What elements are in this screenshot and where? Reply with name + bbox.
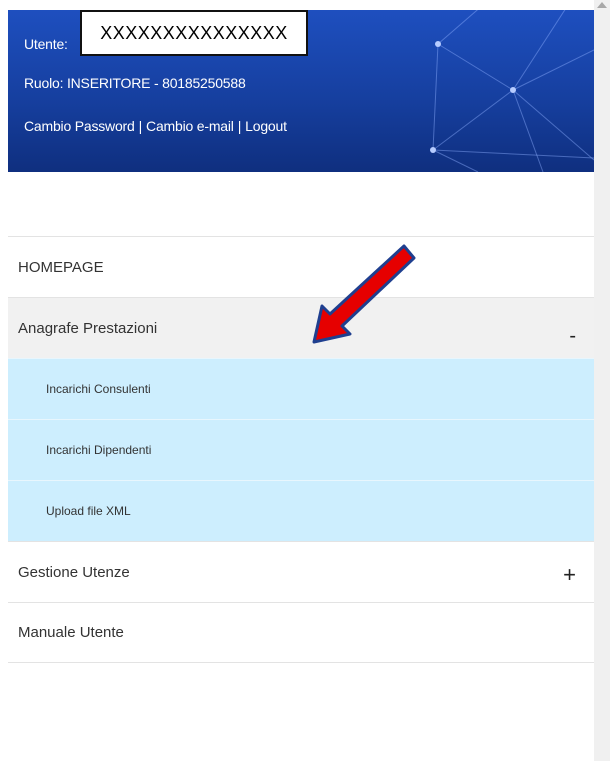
vertical-scrollbar[interactable] (594, 0, 610, 761)
change-password-link[interactable]: Cambio Password (24, 118, 135, 134)
submenu-item-label: Upload file XML (46, 504, 131, 518)
sidebar-page: Utente: XXXXXXXXXXXXXXX Ruolo: INSERITOR… (0, 0, 594, 761)
submenu-item-label: Incarichi Consulenti (46, 382, 151, 396)
submenu-item-label: Incarichi Dipendenti (46, 443, 152, 457)
link-separator: | (237, 118, 242, 134)
user-header: Utente: XXXXXXXXXXXXXXX Ruolo: INSERITOR… (8, 10, 594, 172)
submenu-item-incarichi-dipendenti[interactable]: Incarichi Dipendenti (8, 419, 594, 480)
red-arrow-annotation (312, 244, 416, 344)
user-label: Utente: (24, 36, 68, 52)
expand-toggle-icon[interactable]: + (563, 564, 576, 586)
menu-item-manuale-utente[interactable]: Manuale Utente (8, 602, 594, 663)
change-email-link[interactable]: Cambio e-mail (146, 118, 234, 134)
menu-item-label: Gestione Utenze (18, 563, 130, 581)
collapse-toggle-icon[interactable]: - (569, 326, 576, 346)
menu-item-label: HOMEPAGE (18, 258, 104, 276)
menu-item-label: Manuale Utente (18, 624, 124, 641)
submenu-item-incarichi-consulenti[interactable]: Incarichi Consulenti (8, 358, 594, 419)
username-redacted-box: XXXXXXXXXXXXXXX (80, 10, 308, 56)
role-text: Ruolo: INSERITORE - 80185250588 (24, 75, 246, 91)
link-separator: | (138, 118, 143, 134)
account-links: Cambio Password | Cambio e-mail | Logout (24, 118, 287, 134)
submenu-item-upload-file-xml[interactable]: Upload file XML (8, 480, 594, 541)
user-line: Utente: (24, 36, 68, 52)
logout-link[interactable]: Logout (245, 118, 287, 134)
scroll-up-arrow-icon[interactable] (597, 2, 607, 8)
menu-item-gestione-utenze[interactable]: Gestione Utenze + (8, 541, 594, 602)
menu-item-label: Anagrafe Prestazioni (18, 319, 158, 337)
